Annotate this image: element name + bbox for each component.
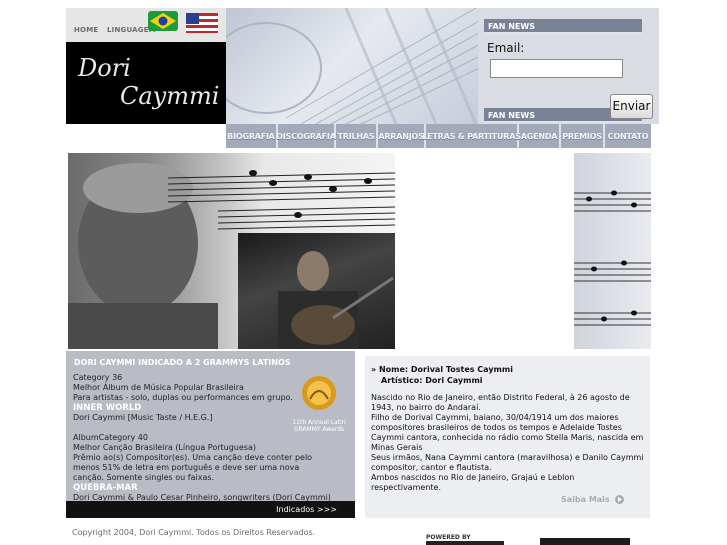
home-link[interactable]: HOME [74, 26, 98, 34]
bio-paragraph: Ambos nascidos no Rio de Janeiro, Grajaú… [371, 473, 575, 492]
latin-grammy-logo: 11th Annual Latin GRAMMY Awards [290, 375, 348, 439]
nav-premios[interactable]: PREMIOS [561, 124, 605, 148]
nav-arranjos[interactable]: ARRANJOS [378, 124, 426, 148]
powered-by-logo[interactable] [426, 541, 504, 545]
play-circle-icon [615, 495, 625, 504]
logo-first-name: Dori [78, 54, 131, 82]
site-logo[interactable]: Dori Caymmi [66, 42, 226, 124]
grammy-award-label: 11th Annual Latin GRAMMY Awards [292, 419, 346, 433]
bio-name: » Nome: Dorival Tostes Caymmi [371, 365, 513, 374]
email-field[interactable] [490, 59, 623, 78]
nav-contato[interactable]: CONTATO [605, 124, 651, 148]
bio-paragraph: Seus irmãos, Nana Caymmi cantora (maravi… [371, 453, 644, 472]
usa-flag-icon[interactable] [186, 13, 218, 33]
developer-logo[interactable] [540, 538, 630, 545]
category-2-name: Melhor Canção Brasileira (Língua Portugu… [73, 443, 256, 452]
artist-guitar-image [238, 233, 395, 349]
guitar-header-image [226, 8, 484, 124]
nav-biografia[interactable]: BIOGRAFIA [226, 124, 278, 148]
powered-by-label: POWERED BY [426, 534, 471, 541]
nav-trilhas[interactable]: TRILHAS [336, 124, 378, 148]
grammy-title: DORI CAYMMI INDICADO A 2 GRAMMYS LATINOS [74, 358, 291, 367]
bio-text: Nascido no Rio de Janeiro, então Distrit… [371, 393, 646, 493]
biography-panel: » Nome: Dorival Tostes Caymmi Artístico:… [365, 356, 650, 518]
saiba-mais-label: Saiba Mais [561, 495, 610, 504]
bio-paragraph: Filho de Dorival Caymmi, baiano, 30/04/1… [371, 413, 644, 452]
sheet-music-image [574, 153, 651, 349]
logo-last-name: Caymmi [120, 82, 220, 110]
bio-paragraph: Nascido no Rio de Janeiro, então Distrit… [371, 393, 630, 412]
fan-news-panel: FAN NEWS Email: FAN NEWS Enviar [478, 8, 659, 124]
main-nav: BIOGRAFIA DISCOGRAFIA TRILHAS ARRANJOS L… [226, 124, 651, 148]
nav-letras-partituras[interactable]: LETRAS & PARTITURAS [422, 124, 521, 148]
indicados-link[interactable]: Indicados >>> [66, 501, 355, 518]
work-2-title: QUEBRA-MAR [73, 483, 138, 493]
category-2-desc: Prêmio ao(s) Compositor(es). Uma canção … [73, 453, 313, 482]
bio-header: » Nome: Dorival Tostes Caymmi Artístico:… [371, 364, 513, 386]
enviar-button[interactable]: Enviar [610, 94, 653, 119]
fan-news-title: FAN NEWS [484, 19, 642, 34]
nav-discografia[interactable]: DISCOGRAFIA [276, 124, 336, 148]
nav-agenda[interactable]: AGENDA [519, 124, 561, 148]
grammy-news-panel: DORI CAYMMI INDICADO A 2 GRAMMYS LATINOS… [66, 351, 355, 518]
copyright-text: Copyright 2004, Dori Caymmi. Todos os Di… [72, 528, 316, 537]
language-bar: HOME LINGUAGEM [66, 8, 226, 42]
email-label: Email: [487, 41, 525, 55]
bio-artist-name: Artístico: Dori Caymmi [381, 376, 483, 385]
brazil-flag-icon[interactable] [148, 11, 178, 31]
saiba-mais-link[interactable]: Saiba Mais [561, 495, 625, 504]
